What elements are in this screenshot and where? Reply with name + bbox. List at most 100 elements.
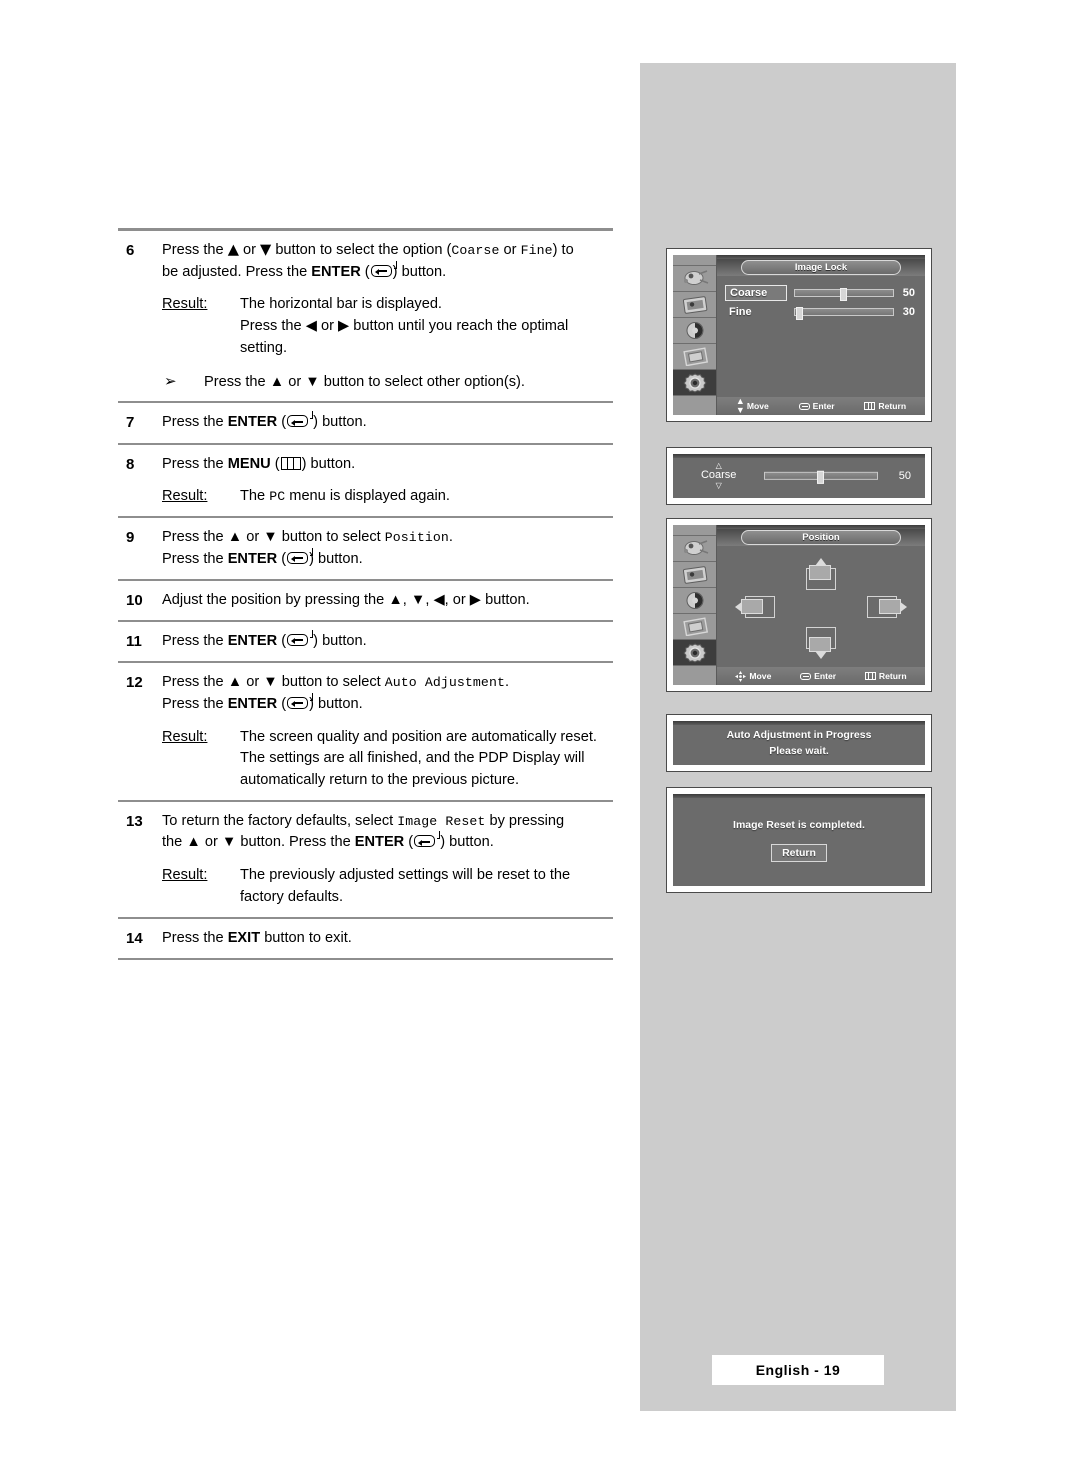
sidebar-item-screen[interactable] bbox=[673, 614, 716, 640]
step-text-run: MENU bbox=[227, 455, 271, 472]
step-text-run: ▼ bbox=[260, 241, 272, 258]
step-body: Adjust the position by pressing the ▲, ▼… bbox=[162, 590, 613, 611]
osd-top-strip bbox=[673, 794, 925, 798]
step-line: Press the MENU () button. bbox=[162, 454, 613, 475]
footer-enter[interactable]: Enter bbox=[798, 401, 835, 411]
result-block: Result: The screen quality and position a… bbox=[162, 727, 613, 791]
step-text-run: . bbox=[504, 674, 510, 691]
step-text-run: ) to bbox=[552, 242, 574, 258]
sound-icon bbox=[686, 322, 703, 339]
footer-return[interactable]: Return bbox=[864, 671, 907, 681]
step-row: 13 To return the factory defaults, select… bbox=[118, 802, 613, 917]
return-button[interactable]: Return bbox=[771, 843, 827, 862]
result-line: automatically return to the previous pic… bbox=[240, 772, 520, 789]
slider-knob[interactable] bbox=[839, 287, 847, 301]
osd-titlebar: Image Lock bbox=[717, 259, 925, 276]
page-label: English - 19 bbox=[755, 1362, 841, 1378]
enter-icon bbox=[413, 831, 441, 853]
step-text-run: ENTER bbox=[227, 695, 278, 712]
step-body: Press the ▲ or ▼ button to select Auto A… bbox=[162, 672, 613, 791]
step-text-run: Press the bbox=[162, 929, 228, 946]
osd-top-strip bbox=[673, 721, 925, 725]
setup-icon bbox=[682, 372, 707, 393]
step-line: To return the factory defaults, select I… bbox=[162, 811, 613, 832]
position-left-control[interactable] bbox=[735, 595, 775, 618]
coarse-popup-row[interactable]: △ Coarse ▽ 50 bbox=[673, 461, 925, 490]
step-line: Press the ▲ or ▼ button to select Auto A… bbox=[162, 672, 613, 693]
position-right-control[interactable] bbox=[867, 595, 907, 618]
screen-down-icon bbox=[806, 627, 836, 652]
enter-icon bbox=[286, 547, 314, 570]
input-icon bbox=[683, 270, 708, 285]
osd-row-coarse[interactable]: Coarse 50 bbox=[725, 285, 915, 301]
position-down-control[interactable] bbox=[806, 627, 836, 659]
result-block: Result: The previously adjusted settings … bbox=[162, 865, 613, 907]
result-text: The PC menu is displayed again. bbox=[240, 486, 613, 507]
step-number: 8 bbox=[126, 455, 135, 473]
step-text-run: ( bbox=[360, 263, 370, 280]
sidebar-item-setup[interactable] bbox=[673, 640, 716, 666]
note-text: Press the ▲ or ▼ button to select other … bbox=[204, 373, 525, 390]
osd-row-label: Fine bbox=[729, 306, 752, 318]
menu-icon bbox=[864, 402, 876, 410]
sidebar-item-input[interactable] bbox=[673, 536, 716, 562]
sidebar-item-screen[interactable] bbox=[673, 344, 716, 370]
step-text-run: ) button. bbox=[301, 455, 356, 472]
step-text-run: Coarse bbox=[451, 243, 500, 258]
result-label: Result: bbox=[162, 488, 208, 505]
enter-icon bbox=[286, 692, 314, 715]
osd-row-fine[interactable]: Fine 30 bbox=[725, 305, 915, 320]
result-line: The PC menu is displayed again. bbox=[240, 486, 613, 507]
fine-slider[interactable] bbox=[793, 306, 894, 320]
footer-label: Return bbox=[878, 671, 907, 681]
step-row: 9 Press the ▲ or ▼ button to select Posit… bbox=[118, 518, 613, 578]
step-text-run: ) button. bbox=[309, 550, 363, 567]
page-footer: English - 19 bbox=[712, 1355, 884, 1385]
footer-move[interactable]: ▲ ▼ Move bbox=[736, 397, 769, 415]
osd-row-value: 50 bbox=[902, 287, 915, 299]
coarse-slider[interactable] bbox=[793, 287, 894, 301]
position-up-control[interactable] bbox=[806, 558, 836, 590]
result-line: Press the ◀ or ▶ button until you reach … bbox=[240, 318, 569, 335]
menu-icon bbox=[280, 456, 301, 470]
osd-auto-adjustment-message: Auto Adjustment in Progress Please wait. bbox=[666, 714, 932, 772]
sidebar-item-sound[interactable] bbox=[673, 318, 716, 344]
sidebar-spacer bbox=[673, 255, 716, 266]
step-number: 11 bbox=[126, 632, 142, 650]
coarse-popup-slider[interactable] bbox=[764, 470, 878, 484]
screen-icon bbox=[682, 347, 708, 366]
result-block: Result: The horizontal bar is displayed. P… bbox=[162, 294, 613, 358]
note-bullet-icon: ➢ bbox=[164, 371, 177, 390]
sidebar-spacer bbox=[673, 525, 716, 536]
input-icon bbox=[683, 540, 708, 555]
sidebar-item-sound[interactable] bbox=[673, 588, 716, 614]
message-line-1: Auto Adjustment in Progress bbox=[726, 729, 872, 741]
step-text-run: Press the bbox=[162, 242, 228, 258]
enter-icon bbox=[286, 629, 314, 652]
step-text-run: ) button. bbox=[309, 632, 367, 649]
slider-knob[interactable] bbox=[795, 306, 803, 320]
picture-icon bbox=[682, 566, 707, 584]
footer-return[interactable]: Return bbox=[864, 401, 906, 411]
step-text-run: or bbox=[238, 242, 261, 258]
step-text-run: Press the bbox=[162, 550, 228, 567]
step-text-run: ▲ bbox=[227, 241, 239, 258]
sidebar-item-input[interactable] bbox=[673, 266, 716, 292]
osd-position: Position Move Enter Return bbox=[666, 518, 932, 692]
step-text-run: ) button. bbox=[309, 414, 367, 431]
step-text-run: Press the bbox=[162, 414, 228, 431]
sidebar-item-setup[interactable] bbox=[673, 370, 716, 396]
osd-image-lock: Image Lock Coarse 50 Fine 30 ▲ ▼ Move En… bbox=[666, 248, 932, 422]
slider-knob[interactable] bbox=[816, 470, 824, 484]
step-text-run: ENTER bbox=[311, 263, 361, 280]
osd-sidebar bbox=[673, 525, 717, 685]
footer-enter[interactable]: Enter bbox=[800, 671, 836, 681]
step-text-run: EXIT bbox=[227, 929, 261, 946]
sidebar-item-picture[interactable] bbox=[673, 562, 716, 588]
sidebar-item-picture[interactable] bbox=[673, 292, 716, 318]
step-text-run: ENTER bbox=[227, 414, 278, 431]
sound-icon bbox=[686, 592, 703, 609]
enter-icon bbox=[286, 411, 314, 433]
footer-move[interactable]: Move bbox=[735, 670, 771, 682]
result-line: factory defaults. bbox=[240, 888, 344, 905]
